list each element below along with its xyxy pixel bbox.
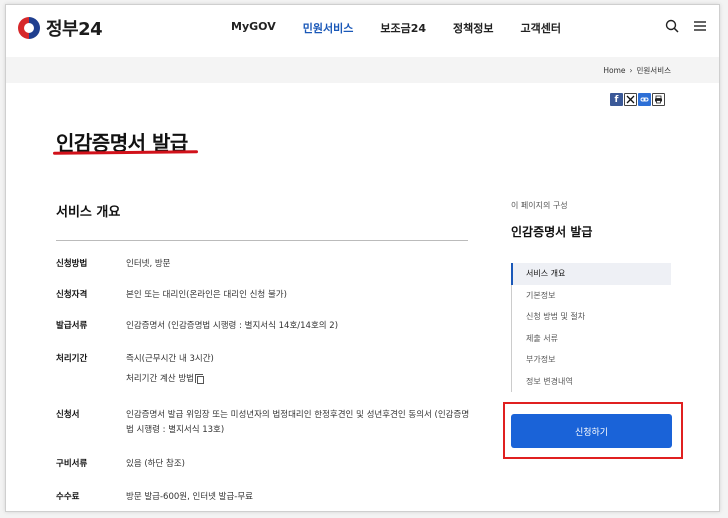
toc-item-documents[interactable]: 제출 서류 bbox=[511, 327, 671, 349]
breadcrumb-bar: Home › 민원서비스 bbox=[6, 57, 719, 83]
row-value: 인감증명서 (인감증명법 시행령 : 별지서식 14호/14호의 2) bbox=[126, 321, 339, 331]
section-title: 서비스 개요 bbox=[56, 205, 121, 220]
row-label: 신청서 bbox=[56, 410, 80, 420]
nav-civil-services[interactable]: 민원서비스 bbox=[303, 20, 354, 36]
facebook-icon[interactable]: f bbox=[610, 93, 623, 106]
processing-time-link[interactable]: 처리기간 계산 방법 bbox=[126, 372, 476, 387]
print-icon[interactable] bbox=[652, 93, 665, 106]
nav-subsidy24[interactable]: 보조금24 bbox=[380, 20, 426, 36]
breadcrumb-home[interactable]: Home bbox=[603, 66, 625, 75]
link-icon[interactable] bbox=[638, 93, 651, 106]
site-logo[interactable]: 정부24 bbox=[18, 15, 103, 41]
nav-policy-info[interactable]: 정책정보 bbox=[453, 20, 493, 36]
taegeuk-logo-icon bbox=[18, 17, 40, 39]
row-label: 신청자격 bbox=[56, 290, 88, 300]
x-icon[interactable] bbox=[624, 93, 637, 106]
toc-item-basic-info[interactable]: 기본정보 bbox=[511, 284, 671, 306]
row-value: 본인 또는 대리인(온라인은 대리인 신청 불가) bbox=[126, 290, 287, 300]
logo-text: 정부24 bbox=[46, 19, 103, 40]
nav-customer-center[interactable]: 고객센터 bbox=[520, 20, 560, 36]
breadcrumb-separator: › bbox=[629, 66, 633, 75]
search-icon[interactable] bbox=[665, 19, 679, 33]
breadcrumb-current[interactable]: 민원서비스 bbox=[637, 65, 672, 76]
toc-item-change-history[interactable]: 정보 변경내역 bbox=[511, 370, 671, 392]
toc-title: 인감증명서 발급 bbox=[511, 225, 593, 239]
site-header: 정부24 MyGOV 민원서비스 보조금24 정책정보 고객센터 bbox=[6, 5, 719, 49]
row-label: 발급서류 bbox=[56, 321, 88, 331]
section-divider bbox=[56, 240, 468, 241]
row-value: 인감증명서 발급 위임장 또는 미성년자의 법정대리인 한정후견인 및 성년후견… bbox=[126, 410, 470, 435]
toc-item-additional-info[interactable]: 부가정보 bbox=[511, 349, 671, 371]
row-value: 있음 (하단 참조) bbox=[126, 459, 185, 469]
new-window-icon bbox=[194, 373, 204, 384]
row-label: 수수료 bbox=[56, 492, 80, 502]
processing-time-link-label: 처리기간 계산 방법 bbox=[126, 374, 194, 384]
browser-page: 정부24 MyGOV 민원서비스 보조금24 정책정보 고객센터 Home › … bbox=[5, 4, 720, 512]
row-value: 인터넷, 방문 bbox=[126, 259, 171, 269]
apply-button[interactable]: 신청하기 bbox=[511, 414, 672, 448]
share-toolbar: f bbox=[610, 93, 665, 106]
page-toc: 서비스 개요 기본정보 신청 방법 및 절차 제출 서류 부가정보 정보 변경내… bbox=[511, 263, 671, 392]
nav-mygov[interactable]: MyGOV bbox=[231, 20, 276, 36]
row-label: 구비서류 bbox=[56, 459, 88, 469]
breadcrumb: Home › 민원서비스 bbox=[603, 65, 671, 76]
row-label: 처리기간 bbox=[56, 354, 88, 364]
toc-item-procedure[interactable]: 신청 방법 및 절차 bbox=[511, 306, 671, 328]
row-label: 신청방법 bbox=[56, 259, 88, 269]
menu-icon[interactable] bbox=[693, 19, 707, 33]
toc-caption: 이 페이지의 구성 bbox=[511, 201, 568, 210]
row-value: 방문 발급-600원, 인터넷 발급-무료 bbox=[126, 492, 254, 502]
row-value: 즉시(근무시간 내 3시간) bbox=[126, 354, 214, 364]
toc-item-overview[interactable]: 서비스 개요 bbox=[511, 263, 671, 285]
main-nav: MyGOV 민원서비스 보조금24 정책정보 고객센터 bbox=[231, 20, 588, 36]
